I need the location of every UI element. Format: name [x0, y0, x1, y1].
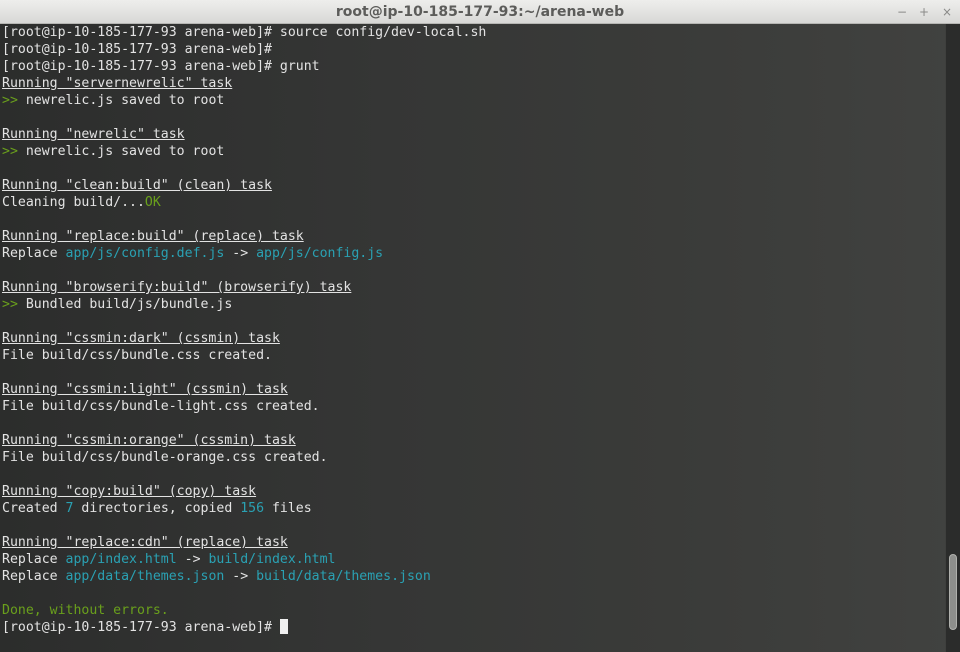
terminal-line[interactable]: [root@ip-10-185-177-93 arena-web]# — [2, 619, 288, 636]
terminal-line: Replace app/index.html -> build/index.ht… — [2, 551, 336, 568]
output-text: Bundled build/js/bundle.js — [17, 297, 233, 312]
text-cursor — [279, 619, 288, 634]
arrow-marker: >> — [2, 297, 18, 312]
output-text: Created — [2, 501, 66, 516]
task-heading-text: Running "replace:build" (replace) task — [2, 229, 304, 244]
task-heading-text: Running "browserify:build" (browserify) … — [2, 280, 352, 295]
arrow-text: -> — [224, 569, 257, 584]
terminal-output[interactable]: [root@ip-10-185-177-93 arena-web]# sourc… — [2, 24, 942, 650]
title-bar[interactable]: root@ip-10-185-177-93:~/arena-web − + × — [0, 0, 960, 24]
task-heading: Running "newrelic" task — [2, 126, 185, 143]
task-heading-text: Running "servernewrelic" task — [2, 76, 233, 91]
maximize-icon[interactable]: + — [915, 3, 933, 21]
terminal-line: >> newrelic.js saved to root — [2, 143, 224, 160]
task-heading-text: Running "cssmin:light" (cssmin) task — [2, 382, 288, 397]
output-text: Replace — [2, 552, 66, 567]
task-heading-text: Running "copy:build" (copy) task — [2, 484, 257, 499]
shell-prompt: [root@ip-10-185-177-93 arena-web]# — [2, 25, 272, 40]
output-text: newrelic.js saved to root — [17, 93, 225, 108]
task-heading: Running "clean:build" (clean) task — [2, 177, 272, 194]
output-text: directories, copied — [73, 501, 241, 516]
output-text: files — [264, 501, 312, 516]
scrollbar-thumb[interactable] — [949, 554, 957, 630]
task-heading-text: Running "clean:build" (clean) task — [2, 178, 272, 193]
task-heading: Running "cssmin:orange" (cssmin) task — [2, 432, 296, 449]
dest-path: build/data/themes.json — [256, 569, 431, 584]
terminal-window: root@ip-10-185-177-93:~/arena-web − + × … — [0, 0, 960, 652]
task-heading: Running "servernewrelic" task — [2, 75, 232, 92]
dest-path: build/index.html — [208, 552, 336, 567]
terminal-line: Cleaning build/...OK — [2, 194, 161, 211]
output-text: Replace — [2, 569, 66, 584]
output-text: File build/css/bundle-orange.css created… — [2, 450, 328, 465]
task-heading-text: Running "cssmin:orange" (cssmin) task — [2, 433, 296, 448]
terminal-line: File build/css/bundle.css created. — [2, 347, 272, 364]
output-text: File build/css/bundle.css created. — [2, 348, 272, 363]
source-path: app/js/config.def.js — [65, 246, 225, 261]
done-message: Done, without errors. — [2, 603, 169, 618]
terminal-line: >> Bundled build/js/bundle.js — [2, 296, 232, 313]
command-text: grunt — [271, 59, 320, 74]
terminal-line: [root@ip-10-185-177-93 arena-web]# sourc… — [2, 24, 486, 41]
task-heading: Running "browserify:build" (browserify) … — [2, 279, 351, 296]
task-heading: Running "cssmin:dark" (cssmin) task — [2, 330, 280, 347]
file-count: 156 — [240, 501, 265, 516]
terminal-line: Replace app/js/config.def.js -> app/js/c… — [2, 245, 383, 262]
terminal-line: Created 7 directories, copied 156 files — [2, 500, 312, 517]
close-icon[interactable]: × — [938, 3, 956, 21]
terminal-line: [root@ip-10-185-177-93 arena-web]# — [2, 41, 272, 58]
arrow-marker: >> — [2, 144, 18, 159]
task-heading: Running "replace:cdn" (replace) task — [2, 534, 288, 551]
arrow-marker: >> — [2, 93, 18, 108]
source-path: app/data/themes.json — [65, 569, 225, 584]
minimize-icon[interactable]: − — [893, 3, 911, 21]
arrow-text: -> — [224, 246, 257, 261]
terminal-line: Replace app/data/themes.json -> build/da… — [2, 568, 431, 585]
source-path: app/index.html — [65, 552, 177, 567]
terminal-line: >> newrelic.js saved to root — [2, 92, 224, 109]
output-text: Replace — [2, 246, 66, 261]
vertical-scrollbar[interactable] — [945, 24, 960, 652]
window-title: root@ip-10-185-177-93:~/arena-web — [335, 4, 625, 20]
dest-path: app/js/config.js — [256, 246, 384, 261]
terminal-line: File build/css/bundle-orange.css created… — [2, 449, 328, 466]
arrow-text: -> — [176, 552, 209, 567]
task-heading: Running "cssmin:light" (cssmin) task — [2, 381, 288, 398]
task-heading-text: Running "replace:cdn" (replace) task — [2, 535, 288, 550]
task-heading-text: Running "cssmin:dark" (cssmin) task — [2, 331, 280, 346]
task-heading: Running "replace:build" (replace) task — [2, 228, 304, 245]
command-text: source config/dev-local.sh — [271, 25, 487, 40]
ok-status: OK — [144, 195, 161, 210]
task-heading-text: Running "newrelic" task — [2, 127, 185, 142]
shell-prompt: [root@ip-10-185-177-93 arena-web]# — [2, 59, 272, 74]
terminal-line: File build/css/bundle-light.css created. — [2, 398, 320, 415]
shell-prompt: [root@ip-10-185-177-93 arena-web]# — [2, 42, 272, 57]
output-text: newrelic.js saved to root — [17, 144, 225, 159]
shell-prompt: [root@ip-10-185-177-93 arena-web]# — [2, 620, 272, 635]
output-text: Cleaning build/... — [2, 195, 145, 210]
task-heading: Running "copy:build" (copy) task — [2, 483, 256, 500]
terminal-line: [root@ip-10-185-177-93 arena-web]# grunt — [2, 58, 320, 75]
output-text: File build/css/bundle-light.css created. — [2, 399, 320, 414]
